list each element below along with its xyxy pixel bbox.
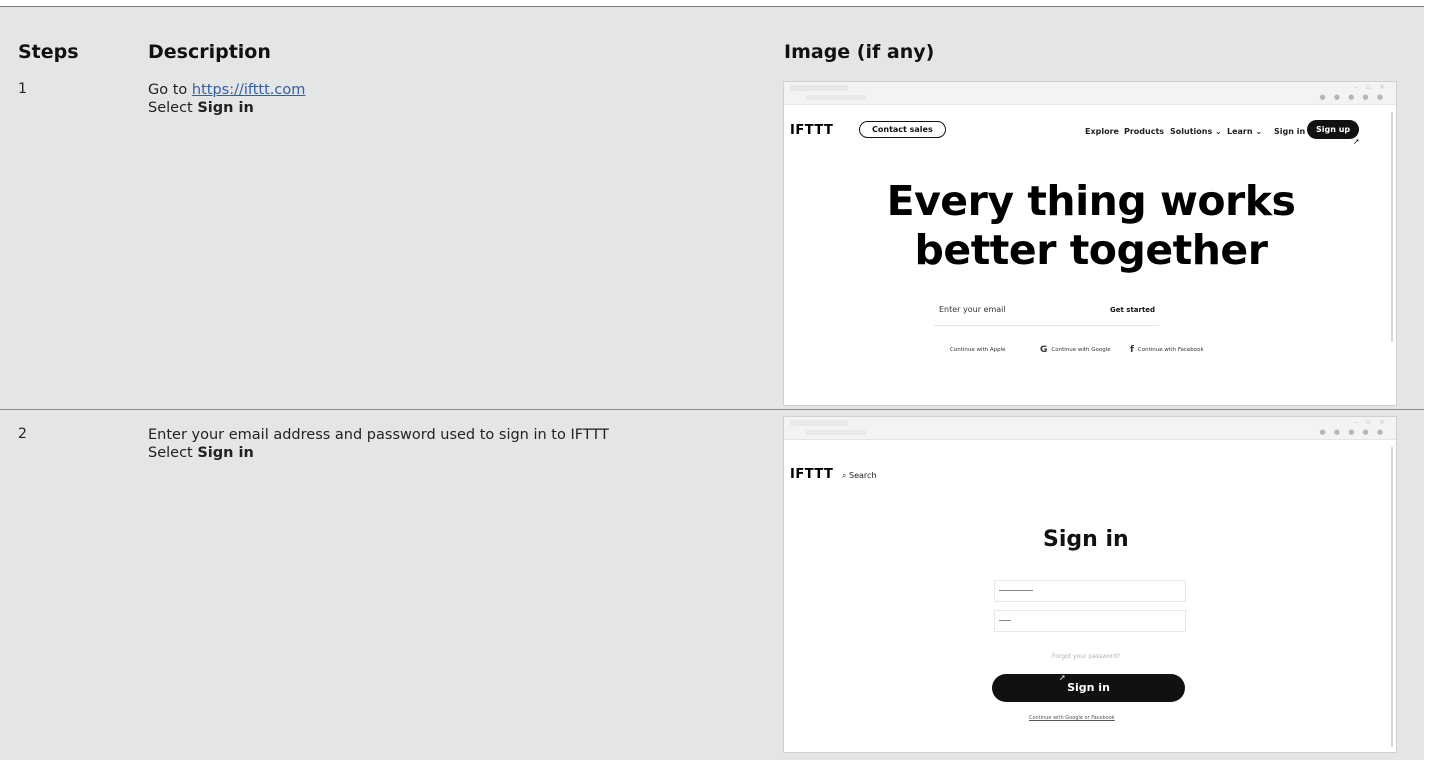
continue-facebook: f Continue with Facebook (1130, 345, 1204, 355)
hero-line-1: Every thing works (886, 177, 1296, 225)
facebook-icon: f (1130, 345, 1134, 355)
instructions-page: Steps Description Image (if any) 1 Go to… (0, 0, 1429, 760)
ifttt-homepage-screenshot: – ▫ × ● ● ● ● ● IFTTT Contact sales Expl… (783, 81, 1397, 406)
window-controls: – ▫ × (1354, 83, 1388, 91)
address-bar (806, 430, 866, 435)
row-2-sign-in-bold: Sign in (197, 445, 254, 461)
window-controls: – ▫ × (1354, 418, 1388, 426)
nav-explore: Explore (1085, 127, 1119, 136)
email-underline (934, 325, 1159, 326)
row-2-step-number: 2 (18, 426, 27, 442)
continue-google: G Continue with Google (1040, 345, 1111, 355)
nav-sign-in: Sign in (1274, 127, 1306, 136)
cursor-icon: ➚ (1353, 137, 1360, 146)
browser-chrome: – ▫ × ● ● ● ● ● (784, 82, 1396, 105)
continue-google-facebook-link: Continue with Google or Facebook (1029, 715, 1115, 721)
continue-google-label: Continue with Google (1051, 347, 1111, 353)
row-1-step-number: 1 (18, 81, 27, 97)
email-field-value (999, 590, 1033, 591)
search-label: Search (849, 471, 877, 480)
sign-in-button: Sign in (992, 674, 1185, 702)
row-2-description: Enter your email address and password us… (148, 426, 609, 462)
extension-icons: ● ● ● ● ● (1319, 428, 1386, 436)
search-link: ⌕ Search (842, 471, 877, 481)
row-1-step-cell (0, 89, 136, 409)
row-1-sign-in-bold: Sign in (197, 100, 254, 116)
nav-learn: Learn ⌄ (1227, 127, 1263, 136)
email-placeholder: Enter your email (939, 305, 1006, 314)
ifttt-signin-screenshot: – ▫ × ● ● ● ● ● IFTTT ⌕ Search Sign in F… (783, 416, 1397, 753)
row-2-desc-cell (136, 410, 773, 760)
cursor-icon: ➚ (1059, 673, 1066, 682)
browser-tab (790, 420, 848, 426)
scrollbar (1391, 447, 1393, 747)
browser-chrome: – ▫ × ● ● ● ● ● (784, 417, 1396, 440)
row-1-desc-cell (136, 89, 773, 409)
password-field-value (999, 620, 1011, 621)
row-1-select-text: Select (148, 100, 198, 116)
hero-heading: Every thing works better together (784, 177, 1396, 275)
ifttt-logo: IFTTT (790, 467, 834, 482)
ifttt-link[interactable]: https://ifttt.com (192, 82, 306, 98)
row-2-select-text: Select (148, 445, 198, 461)
continue-facebook-label: Continue with Facebook (1137, 347, 1204, 353)
contact-sales-button: Contact sales (859, 121, 946, 138)
nav-products: Products (1124, 127, 1165, 136)
continue-apple-label: Continue with Apple (950, 347, 1006, 353)
google-icon: G (1040, 345, 1048, 355)
header-description: Description (148, 41, 271, 63)
browser-tab (790, 85, 848, 91)
row-1-description: Go to https://ifttt.com Select Sign in (148, 81, 305, 117)
get-started-button: Get started (1110, 306, 1156, 314)
sign-up-button: Sign up (1307, 120, 1360, 139)
header-steps: Steps (18, 41, 79, 63)
row-2-desc-line-1: Enter your email address and password us… (148, 427, 609, 443)
row-1-desc-prefix: Go to (148, 82, 192, 98)
forgot-password-link: Forgot your password? (1052, 653, 1121, 660)
header-image: Image (if any) (784, 41, 935, 63)
row-2-step-cell (0, 410, 136, 760)
email-field (994, 580, 1186, 602)
extension-icons: ● ● ● ● ● (1319, 93, 1386, 101)
ifttt-logo: IFTTT (790, 123, 834, 138)
sign-in-title: Sign in (1043, 527, 1129, 552)
search-icon: ⌕ (842, 471, 847, 480)
nav-solutions: Solutions ⌄ (1170, 127, 1222, 136)
continue-apple: Continue with Apple (946, 345, 1006, 355)
password-field (994, 610, 1186, 632)
hero-line-2: better together (914, 226, 1268, 274)
table-header: Steps Description Image (if any) (0, 7, 1424, 89)
address-bar (806, 95, 866, 100)
